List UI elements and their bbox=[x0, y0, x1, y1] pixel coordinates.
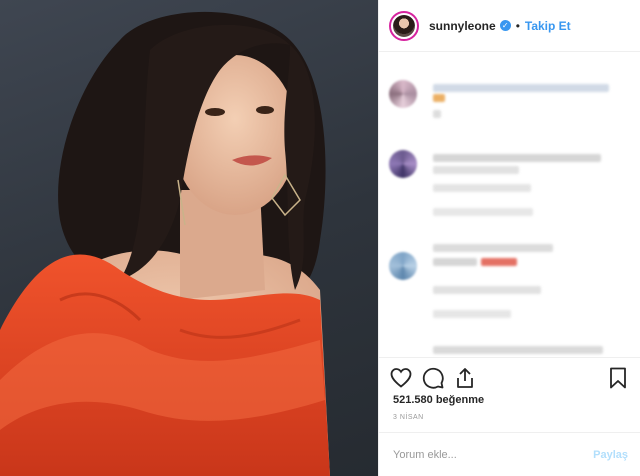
blurred-text bbox=[433, 154, 601, 162]
blurred-text bbox=[433, 84, 609, 92]
avatar-image bbox=[393, 14, 415, 37]
avatar[interactable] bbox=[389, 10, 419, 41]
photo-illustration bbox=[0, 11, 330, 476]
blurred-text bbox=[433, 208, 533, 216]
verified-badge-icon: ✓ bbox=[499, 20, 511, 31]
action-bar bbox=[379, 357, 640, 394]
like-count[interactable]: 521.580 beğenme bbox=[393, 394, 484, 406]
blurred-text bbox=[433, 184, 531, 192]
follow-button[interactable]: Takip Et bbox=[525, 19, 571, 33]
post-date: 3 NİSAN bbox=[393, 414, 424, 421]
comment-icon[interactable] bbox=[421, 366, 445, 390]
blurred-text bbox=[433, 258, 477, 266]
blurred-text bbox=[433, 110, 441, 118]
post-photo[interactable] bbox=[0, 0, 378, 476]
blurred-text bbox=[433, 346, 603, 354]
bookmark-icon[interactable] bbox=[606, 366, 630, 390]
blurred-avatar bbox=[389, 150, 417, 178]
blurred-text bbox=[433, 166, 519, 174]
username-link[interactable]: sunnyleone bbox=[429, 19, 496, 33]
blurred-text bbox=[433, 244, 553, 252]
separator-dot: • bbox=[515, 18, 520, 33]
post-side-panel: sunnyleone ✓ • Takip Et 521.580 beğenme … bbox=[378, 0, 640, 476]
post-header: sunnyleone ✓ • Takip Et bbox=[379, 0, 640, 52]
comment-input[interactable] bbox=[393, 448, 594, 461]
share-icon[interactable] bbox=[453, 366, 477, 390]
blurred-emoji bbox=[481, 258, 517, 266]
comment-list[interactable] bbox=[379, 52, 640, 357]
blurred-avatar bbox=[389, 252, 417, 280]
blurred-avatar bbox=[389, 80, 417, 108]
heart-icon[interactable] bbox=[389, 366, 413, 390]
blurred-text bbox=[433, 310, 511, 318]
blurred-text bbox=[433, 286, 541, 294]
comment-composer: Paylaş bbox=[379, 432, 640, 476]
instagram-post: sunnyleone ✓ • Takip Et 521.580 beğenme … bbox=[0, 0, 640, 476]
post-comment-button[interactable]: Paylaş bbox=[593, 449, 628, 461]
blurred-emoji bbox=[433, 94, 445, 102]
